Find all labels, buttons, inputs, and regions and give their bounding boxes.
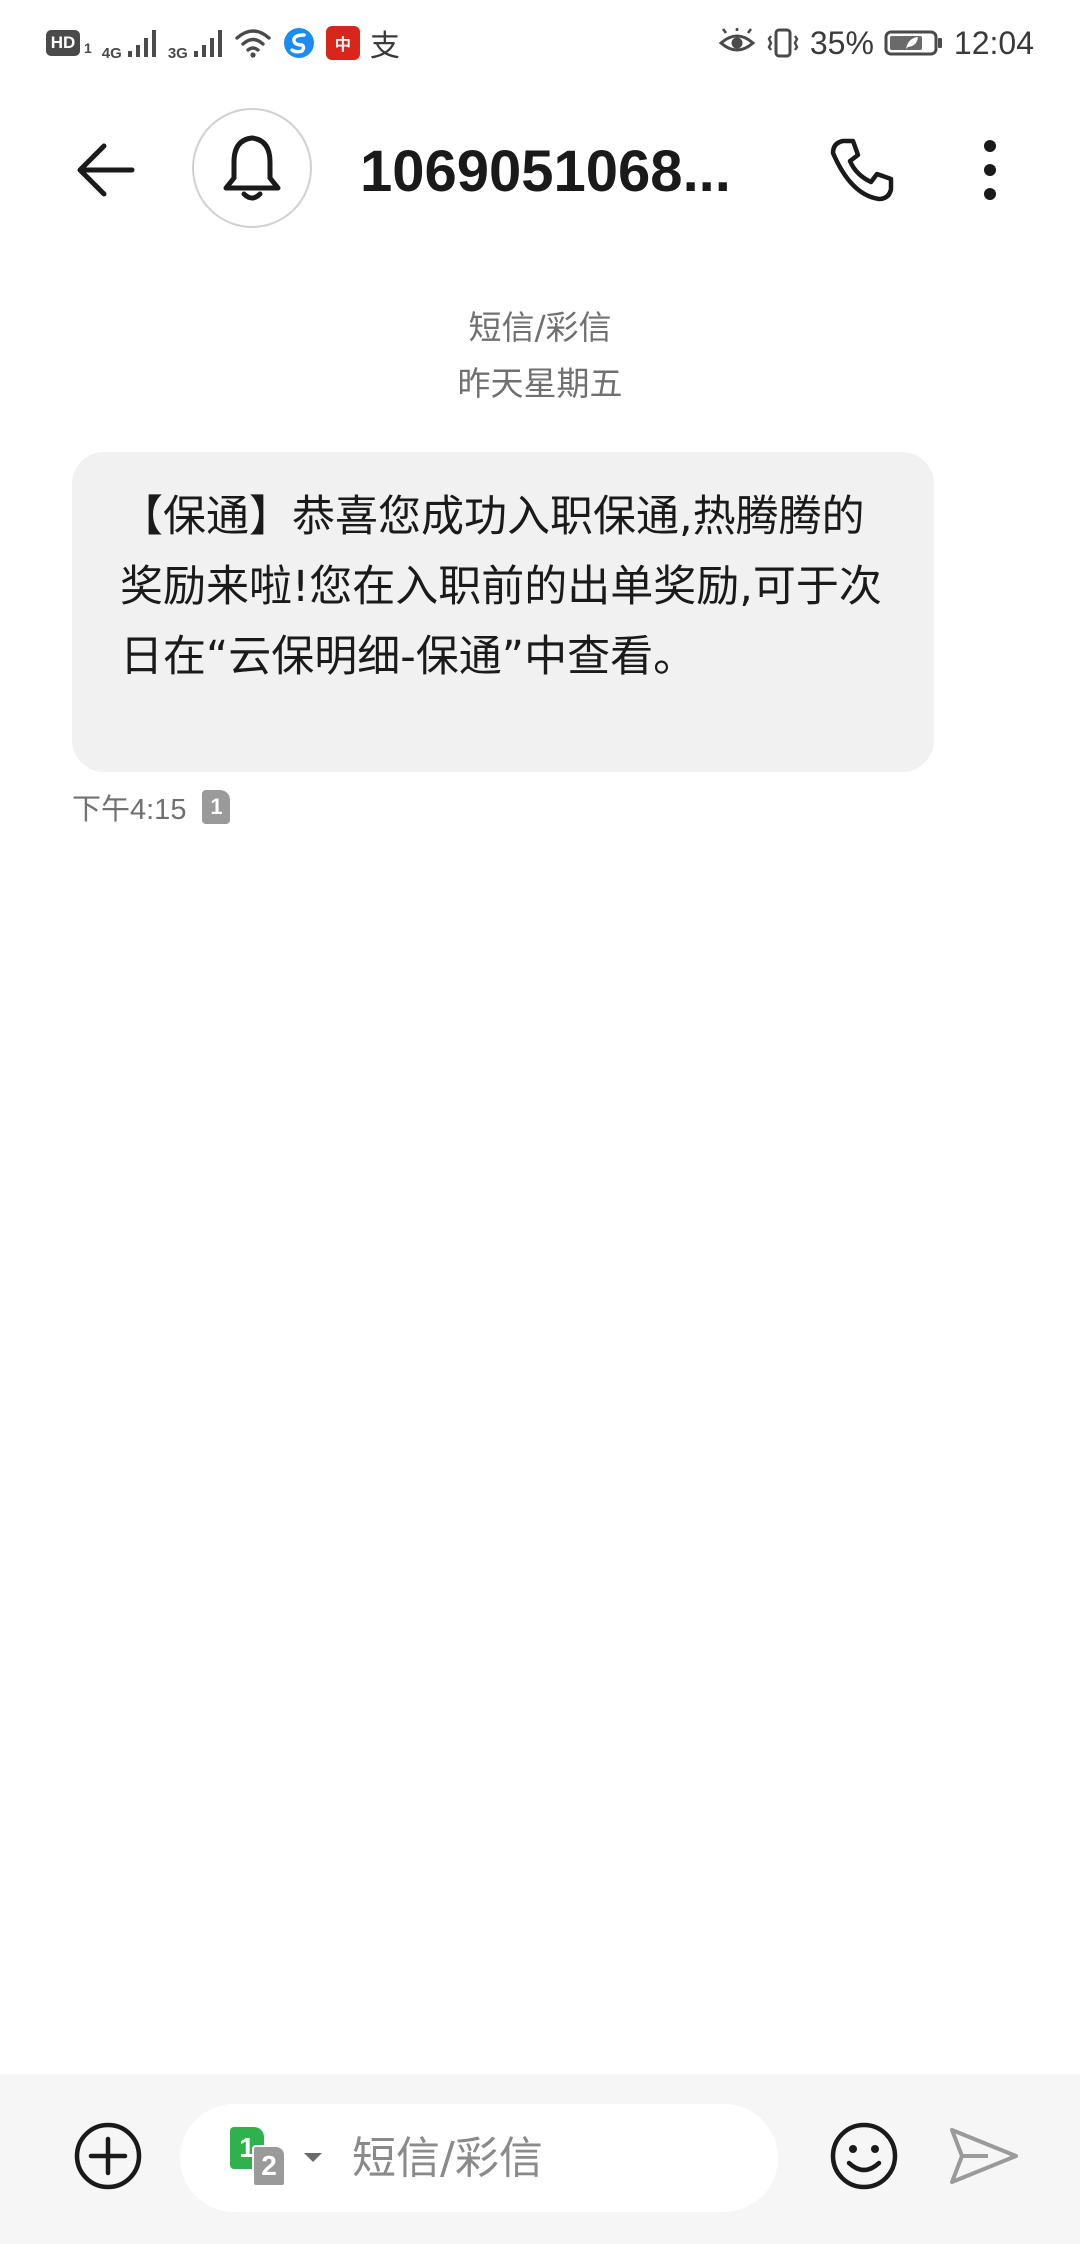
clock: 12:04 — [953, 24, 1034, 61]
back-arrow-icon — [77, 143, 135, 197]
alipay-app-icon: 支 — [369, 29, 400, 64]
message-time: 下午4:15 — [72, 794, 187, 826]
emoji-button[interactable] — [824, 2116, 904, 2196]
vibrate-icon — [767, 28, 799, 58]
hd-badge: HD — [46, 30, 80, 56]
message-input[interactable] — [350, 2131, 730, 2185]
contact-name[interactable]: 1069051068... — [360, 138, 760, 205]
send-button[interactable] — [944, 2116, 1024, 2196]
status-left: HD 1 4G 3G 中 支 — [46, 21, 400, 65]
plus-circle-icon — [74, 2122, 142, 2190]
message-bubble[interactable]: 【保通】恭喜您成功入职保通,热腾腾的奖励来啦!您在入职前的出单奖励,可于次日在“… — [72, 452, 934, 772]
battery-percent: 35% — [809, 24, 874, 61]
add-attachment-button[interactable] — [68, 2116, 148, 2196]
smiley-icon — [830, 2122, 898, 2190]
chevron-down-icon — [304, 2153, 322, 2162]
contact-avatar[interactable] — [192, 108, 312, 228]
message-input-pill: 1 2 — [180, 2104, 778, 2212]
conversation-header: 1069051068... — [0, 100, 1080, 240]
news-app-icon: 中 — [325, 26, 360, 60]
call-button[interactable] — [822, 130, 902, 210]
eye-comfort-icon — [718, 28, 756, 52]
status-bar: HD 1 4G 3G 中 支 35% 12:04 — [0, 0, 1080, 86]
battery-icon — [884, 30, 942, 56]
network-label-4g: 4G — [101, 45, 122, 62]
more-options-button[interactable] — [950, 130, 1030, 210]
composer-bar: 1 2 — [0, 2074, 1080, 2244]
status-right: 35% 12:04 — [718, 25, 1034, 62]
signal-icon — [127, 30, 156, 57]
channel-label: 短信/彩信 — [468, 308, 612, 347]
phone-icon — [830, 138, 894, 202]
conversation-meta: 短信/彩信 昨天星期五 — [0, 300, 1080, 412]
send-icon — [950, 2128, 1018, 2184]
wifi-icon — [235, 29, 271, 58]
bell-icon — [223, 135, 281, 201]
signal-icon-2 — [193, 30, 222, 57]
day-label: 昨天星期五 — [457, 364, 623, 403]
sim-selector[interactable]: 1 2 — [230, 2123, 322, 2193]
back-button[interactable] — [66, 130, 146, 210]
sim-card-icon: 1 — [202, 790, 231, 824]
message-meta: 下午4:15 1 — [72, 786, 231, 828]
browser-app-icon — [283, 28, 314, 58]
more-vertical-icon — [984, 140, 996, 200]
sim-index-label: 1 — [84, 40, 92, 56]
network-label-3g: 3G — [167, 45, 188, 62]
sim-2-icon: 2 — [252, 2145, 286, 2187]
